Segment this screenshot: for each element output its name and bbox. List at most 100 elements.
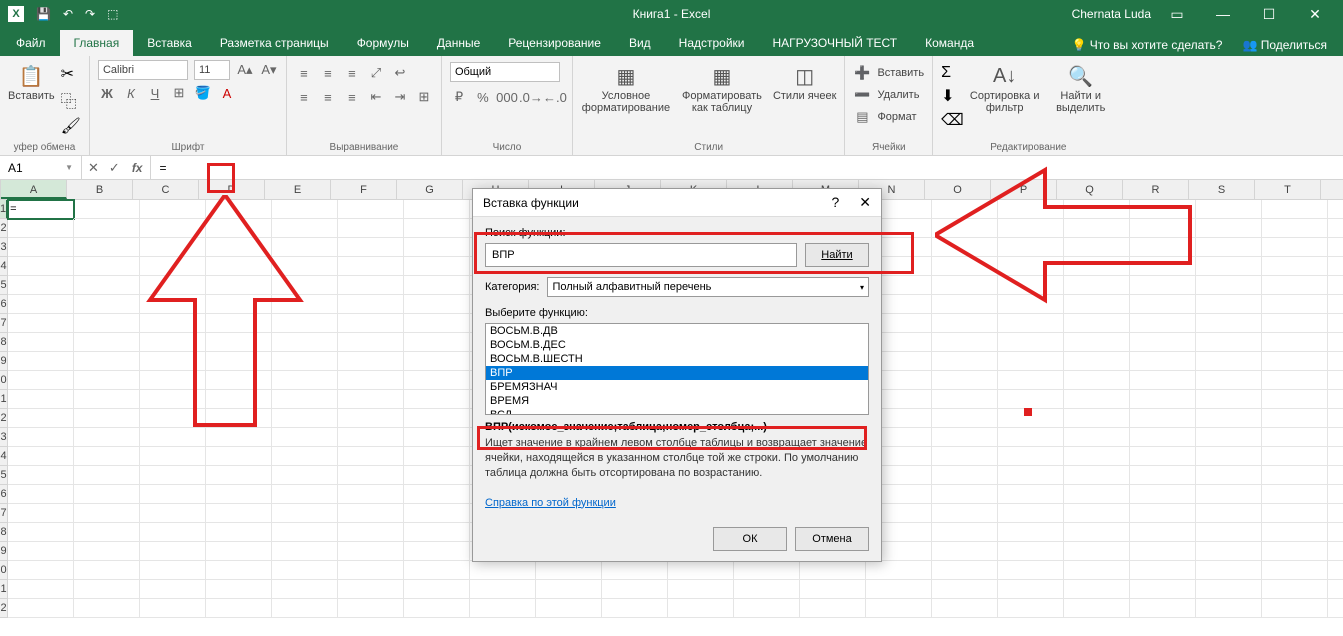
cell[interactable] (8, 409, 74, 428)
cell[interactable] (1130, 523, 1196, 542)
cell[interactable] (140, 504, 206, 523)
row-header[interactable]: 6 (0, 485, 8, 504)
cell[interactable] (8, 466, 74, 485)
cell[interactable] (74, 200, 140, 219)
maximize-icon[interactable]: ☐ (1249, 0, 1289, 28)
cell[interactable] (140, 409, 206, 428)
row-header[interactable]: 8 (0, 333, 8, 352)
cell[interactable] (140, 542, 206, 561)
function-list-item[interactable]: ВОСЬМ.В.ДЕС (486, 338, 868, 352)
copy-icon[interactable]: ⿻ (61, 88, 81, 112)
cell[interactable] (1328, 238, 1343, 257)
category-select[interactable]: Полный алфавитный перечень▾ (547, 277, 869, 297)
cell[interactable] (74, 390, 140, 409)
cell[interactable] (206, 409, 272, 428)
cell[interactable] (998, 447, 1064, 466)
find-button[interactable]: Найти (805, 243, 869, 267)
cell[interactable] (1196, 466, 1262, 485)
cell[interactable] (8, 561, 74, 580)
tab-loadtest[interactable]: НАГРУЗОЧНЫЙ ТЕСТ (759, 30, 912, 56)
cell[interactable] (1064, 523, 1130, 542)
align-top-icon[interactable]: ≡ (295, 64, 313, 82)
cell[interactable] (1196, 371, 1262, 390)
cell[interactable] (1196, 599, 1262, 618)
cell[interactable] (272, 409, 338, 428)
cell[interactable] (1064, 447, 1130, 466)
cell[interactable] (404, 542, 470, 561)
cell[interactable] (1130, 447, 1196, 466)
decrease-font-icon[interactable]: A▾ (260, 61, 278, 79)
cell[interactable] (272, 599, 338, 618)
cell[interactable] (140, 466, 206, 485)
cell[interactable] (404, 504, 470, 523)
tab-file[interactable]: Файл (2, 30, 60, 56)
cell[interactable] (932, 504, 998, 523)
cell[interactable] (1196, 447, 1262, 466)
cell[interactable] (1262, 390, 1328, 409)
cell[interactable] (1262, 371, 1328, 390)
cell[interactable] (998, 200, 1064, 219)
minimize-icon[interactable]: — (1203, 0, 1243, 28)
cell[interactable] (1262, 238, 1328, 257)
function-list-item[interactable]: БРЕМЯЗНАЧ (486, 380, 868, 394)
cell[interactable] (140, 561, 206, 580)
cell[interactable] (1130, 485, 1196, 504)
cell[interactable] (932, 238, 998, 257)
row-header[interactable]: 0 (0, 561, 8, 580)
cell[interactable] (272, 561, 338, 580)
cell[interactable] (404, 333, 470, 352)
cell[interactable] (206, 200, 272, 219)
row-header[interactable]: 6 (0, 295, 8, 314)
cell[interactable] (206, 580, 272, 599)
row-header[interactable]: 2 (0, 599, 8, 618)
cell[interactable] (338, 466, 404, 485)
cell[interactable] (272, 314, 338, 333)
column-header[interactable]: D (199, 180, 265, 199)
function-list[interactable]: ВОСЬМ.В.ДВВОСЬМ.В.ДЕСВОСЬМ.В.ШЕСТНВПРБРЕ… (485, 323, 869, 415)
wrap-text-icon[interactable]: ↩ (391, 64, 409, 82)
cell[interactable] (998, 238, 1064, 257)
cell[interactable] (602, 599, 668, 618)
cell[interactable] (998, 333, 1064, 352)
font-color-icon[interactable]: A (218, 84, 236, 102)
cell[interactable] (206, 314, 272, 333)
cell[interactable] (338, 428, 404, 447)
cell[interactable] (1196, 485, 1262, 504)
cell[interactable] (404, 447, 470, 466)
cell[interactable] (1328, 333, 1343, 352)
cell[interactable] (1196, 333, 1262, 352)
cell[interactable] (998, 295, 1064, 314)
cell[interactable] (8, 371, 74, 390)
cell[interactable] (1328, 485, 1343, 504)
cell[interactable] (1196, 352, 1262, 371)
cell[interactable] (998, 580, 1064, 599)
column-header[interactable]: P (991, 180, 1057, 199)
cell[interactable] (272, 447, 338, 466)
increase-font-icon[interactable]: A▴ (236, 61, 254, 79)
cell[interactable] (338, 523, 404, 542)
cell[interactable] (206, 561, 272, 580)
cell[interactable] (1196, 428, 1262, 447)
cell[interactable] (1328, 523, 1343, 542)
cell[interactable] (140, 238, 206, 257)
cell[interactable] (1328, 466, 1343, 485)
cell[interactable] (998, 523, 1064, 542)
cell[interactable] (338, 599, 404, 618)
orientation-icon[interactable]: ⤢ (367, 64, 385, 82)
cell[interactable] (1262, 295, 1328, 314)
cell[interactable] (74, 447, 140, 466)
cell[interactable] (668, 561, 734, 580)
cell[interactable] (206, 390, 272, 409)
cell[interactable] (272, 352, 338, 371)
cell[interactable] (74, 599, 140, 618)
cell[interactable] (866, 561, 932, 580)
cell[interactable] (932, 561, 998, 580)
underline-button[interactable]: Ч (146, 84, 164, 102)
cell[interactable] (1262, 276, 1328, 295)
row-header[interactable]: 5 (0, 466, 8, 485)
cell[interactable] (338, 485, 404, 504)
cell[interactable] (338, 333, 404, 352)
decrease-indent-icon[interactable]: ⇤ (367, 88, 385, 106)
function-list-item[interactable]: ВСД (486, 408, 868, 415)
cell[interactable] (8, 295, 74, 314)
